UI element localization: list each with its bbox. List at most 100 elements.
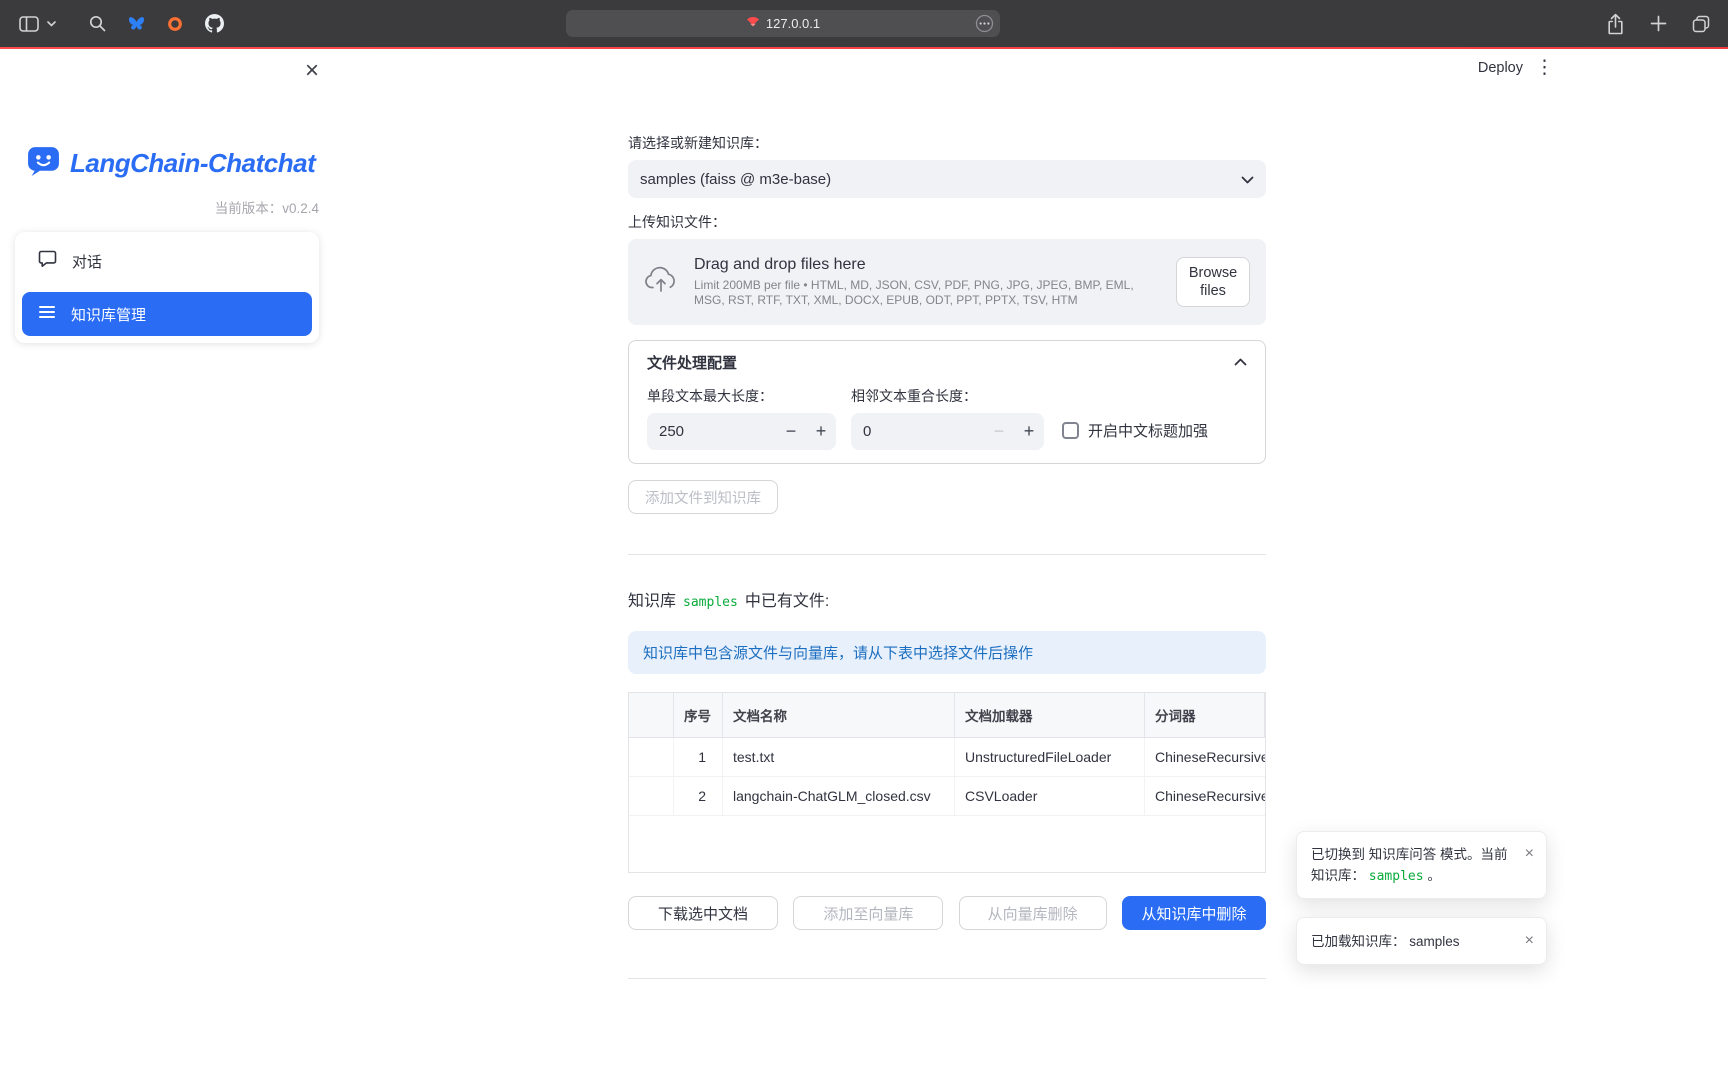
kb-files-suffix: 中已有文件: bbox=[745, 587, 829, 611]
kb-files-heading: 知识库 samples 中已有文件: bbox=[628, 587, 1266, 611]
github-icon[interactable] bbox=[203, 12, 225, 36]
toast-text: 已切换到 知识库问答 模式。当前知识库： samples 。 bbox=[1311, 844, 1517, 887]
column-header-no[interactable]: 序号 bbox=[674, 693, 723, 737]
site-favicon-icon bbox=[746, 15, 760, 32]
sidebar-close-button[interactable]: × bbox=[298, 57, 326, 85]
chunk-size-value[interactable]: 250 bbox=[647, 423, 776, 440]
dropzone-text: Drag and drop files here Limit 200MB per… bbox=[694, 256, 1176, 309]
delete-from-kb-button[interactable]: 从知识库中删除 bbox=[1122, 896, 1266, 930]
stack-list-icon bbox=[38, 304, 56, 324]
column-header-name[interactable]: 文档名称 bbox=[723, 693, 955, 737]
download-selected-button[interactable]: 下载选中文档 bbox=[628, 896, 778, 930]
file-config-expander: 文件处理配置 单段文本最大长度： 250 − + bbox=[628, 340, 1266, 464]
expander-header[interactable]: 文件处理配置 bbox=[629, 341, 1265, 383]
sidebar-item-label: 知识库管理 bbox=[71, 304, 146, 325]
browse-files-button[interactable]: Browse files bbox=[1176, 257, 1250, 307]
overlap-label: 相邻文本重合长度： bbox=[851, 388, 1044, 405]
divider bbox=[628, 554, 1266, 555]
kb-selected-value: samples (faiss @ m3e-base) bbox=[640, 171, 1241, 188]
search-icon[interactable] bbox=[86, 12, 108, 36]
page-menu-icon[interactable] bbox=[975, 14, 994, 36]
file-dropzone[interactable]: Drag and drop files here Limit 200MB per… bbox=[628, 239, 1266, 325]
toast-close-icon[interactable]: × bbox=[1523, 844, 1536, 864]
action-buttons-row: 下载选中文档 添加至向量库 从向量库删除 从知识库中删除 bbox=[628, 896, 1266, 930]
expander-body: 单段文本最大长度： 250 − + 相邻文本重合长度： 0 − + bbox=[629, 383, 1265, 463]
kb-selectbox[interactable]: samples (faiss @ m3e-base) bbox=[628, 160, 1266, 198]
version-label: 当前版本：v0.2.4 bbox=[215, 197, 319, 217]
overlap-value[interactable]: 0 bbox=[851, 423, 984, 440]
dropzone-limits: Limit 200MB per file • HTML, MD, JSON, C… bbox=[694, 278, 1164, 309]
column-header-splitter[interactable]: 分词器 bbox=[1145, 693, 1265, 737]
table-row[interactable]: 1 test.txt UnstructuredFileLoader Chines… bbox=[629, 738, 1265, 777]
delete-from-vector-store-button[interactable]: 从向量库删除 bbox=[959, 896, 1107, 930]
cell-splitter: ChineseRecursive bbox=[1145, 738, 1265, 776]
toast-mode-switched: 已切换到 知识库问答 模式。当前知识库： samples 。 × bbox=[1296, 831, 1547, 899]
cell-splitter: ChineseRecursive bbox=[1145, 777, 1265, 815]
row-marker-header bbox=[629, 693, 674, 737]
tabs-overview-icon[interactable] bbox=[1690, 12, 1712, 36]
chunk-size-input[interactable]: 250 − + bbox=[647, 413, 836, 450]
cell-loader: CSVLoader bbox=[955, 777, 1145, 815]
cell-no: 2 bbox=[674, 777, 723, 815]
divider bbox=[628, 978, 1266, 979]
main-content: 请选择或新建知识库： samples (faiss @ m3e-base) 上传… bbox=[628, 49, 1266, 979]
url-text: 127.0.0.1 bbox=[766, 16, 820, 31]
toast-kb-code: samples bbox=[1369, 869, 1424, 884]
add-files-button[interactable]: 添加文件到知识库 bbox=[628, 480, 778, 514]
toast-kb-loaded: 已加载知识库： samples × bbox=[1296, 917, 1547, 965]
cloud-upload-icon bbox=[644, 266, 678, 298]
overlap-decrement-button[interactable]: − bbox=[984, 421, 1014, 442]
upload-label: 上传知识文件： bbox=[628, 214, 1266, 231]
toast-text: 已加载知识库： samples bbox=[1311, 931, 1517, 952]
browser-window: 127.0.0.1 × LangC bbox=[0, 0, 1728, 1080]
chevron-down-icon bbox=[1241, 171, 1254, 188]
chunk-size-label: 单段文本最大长度： bbox=[647, 388, 836, 405]
sidebar-menu: 对话 知识库管理 bbox=[15, 232, 319, 343]
cell-no: 1 bbox=[674, 738, 723, 776]
info-banner: 知识库中包含源文件与向量库，请从下表中选择文件后操作 bbox=[628, 631, 1266, 674]
overlap-input[interactable]: 0 − + bbox=[851, 413, 1044, 450]
kb-select-label: 请选择或新建知识库： bbox=[628, 135, 1266, 152]
checkbox-label: 开启中文标题加强 bbox=[1088, 420, 1208, 441]
expander-title: 文件处理配置 bbox=[647, 352, 737, 373]
main-menu-kebab-icon[interactable]: ⋮ bbox=[1535, 56, 1554, 79]
orange-favicon-icon[interactable] bbox=[164, 12, 186, 36]
app-logo: LangChain-Chatchat bbox=[26, 143, 315, 183]
address-bar[interactable]: 127.0.0.1 bbox=[566, 10, 1000, 37]
sidebar-item-label: 对话 bbox=[72, 251, 102, 272]
cell-name: langchain-ChatGLM_closed.csv bbox=[723, 777, 955, 815]
toast-text-suffix: 。 bbox=[1427, 868, 1441, 883]
toast-close-icon[interactable]: × bbox=[1523, 931, 1536, 951]
chevron-down-icon[interactable] bbox=[45, 12, 57, 36]
sidebar-item-knowledge-base[interactable]: 知识库管理 bbox=[22, 292, 312, 336]
chatbot-logo-icon bbox=[26, 143, 61, 183]
files-table: 序号 文档名称 文档加载器 分词器 1 test.txt Unstructure… bbox=[628, 692, 1266, 873]
blue-favicon-icon[interactable] bbox=[125, 12, 147, 36]
row-marker-cell bbox=[629, 738, 674, 776]
sidebar-item-dialogue[interactable]: 对话 bbox=[22, 239, 312, 283]
table-row[interactable]: 2 langchain-ChatGLM_closed.csv CSVLoader… bbox=[629, 777, 1265, 816]
deploy-button[interactable]: Deploy bbox=[1478, 60, 1523, 76]
add-to-vector-store-button[interactable]: 添加至向量库 bbox=[793, 896, 943, 930]
kb-name-code: samples bbox=[683, 595, 738, 610]
chunk-size-increment-button[interactable]: + bbox=[806, 421, 836, 442]
cell-name: test.txt bbox=[723, 738, 955, 776]
share-icon[interactable] bbox=[1604, 12, 1626, 36]
browser-toolbar: 127.0.0.1 bbox=[0, 0, 1728, 47]
sidebar: × LangChain-Chatchat 当前版本：v0.2.4 对话 bbox=[0, 49, 334, 1080]
chinese-title-enhance-checkbox[interactable]: 开启中文标题加强 bbox=[1062, 388, 1247, 450]
chevron-up-icon bbox=[1234, 353, 1247, 371]
chat-bubble-icon bbox=[38, 250, 57, 272]
dropzone-title: Drag and drop files here bbox=[694, 256, 1164, 274]
kb-files-prefix: 知识库 bbox=[628, 587, 676, 611]
checkbox-box-icon bbox=[1062, 422, 1079, 439]
row-marker-cell bbox=[629, 777, 674, 815]
overlap-increment-button[interactable]: + bbox=[1014, 421, 1044, 442]
column-header-loader[interactable]: 文档加载器 bbox=[955, 693, 1145, 737]
table-header-row: 序号 文档名称 文档加载器 分词器 bbox=[629, 693, 1265, 738]
cell-loader: UnstructuredFileLoader bbox=[955, 738, 1145, 776]
chunk-size-decrement-button[interactable]: − bbox=[776, 421, 806, 442]
sidebar-toggle-icon[interactable] bbox=[18, 12, 40, 36]
logo-text: LangChain-Chatchat bbox=[70, 148, 315, 179]
new-tab-icon[interactable] bbox=[1647, 12, 1669, 36]
